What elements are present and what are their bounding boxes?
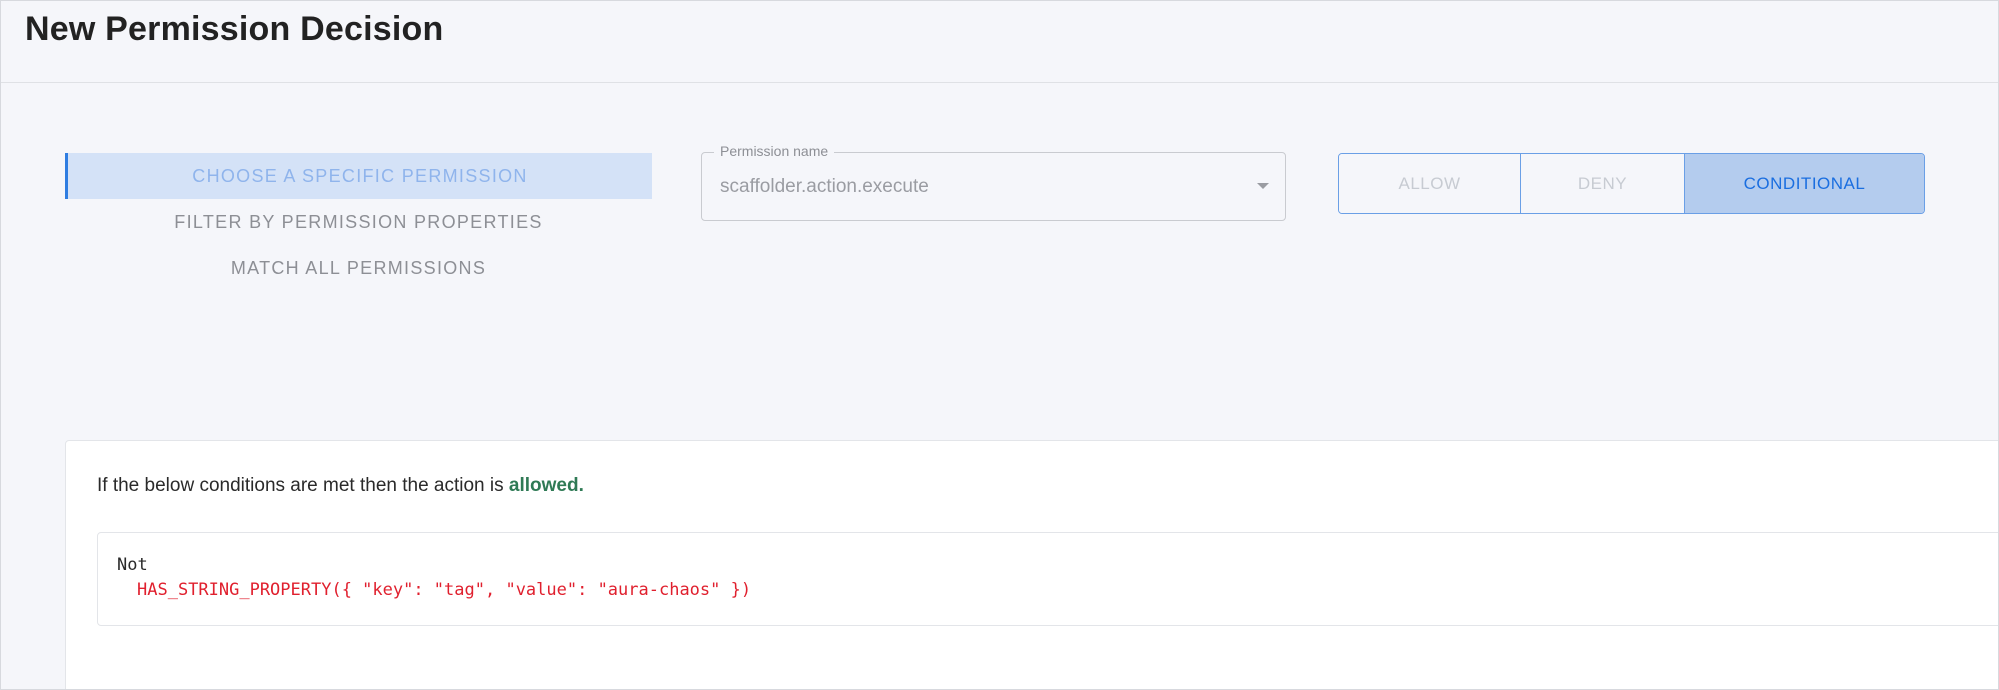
- decision-status: allowed.: [508, 475, 584, 496]
- deny-button[interactable]: DENY: [1521, 154, 1685, 213]
- page-frame: New Permission Decision CHOOSE A SPECIFI…: [0, 0, 1999, 690]
- conditional-button[interactable]: CONDITIONAL: [1685, 154, 1924, 213]
- decision-toggle-group: ALLOW DENY CONDITIONAL: [1338, 153, 1925, 214]
- page-header: New Permission Decision: [1, 1, 1998, 83]
- tab-filter-by-properties[interactable]: FILTER BY PERMISSION PROPERTIES: [65, 199, 652, 245]
- permission-mode-tabs: CHOOSE A SPECIFIC PERMISSION FILTER BY P…: [65, 153, 652, 291]
- chevron-down-icon[interactable]: [1257, 183, 1269, 189]
- conditions-summary: If the below conditions are met then the…: [97, 475, 584, 497]
- page-title: New Permission Decision: [25, 10, 444, 48]
- conditions-code-box: Not HAS_STRING_PROPERTY({ "key": "tag", …: [97, 532, 1998, 626]
- conditions-summary-text: If the below conditions are met then the…: [97, 475, 509, 496]
- permission-name-value: scaffolder.action.execute: [720, 176, 929, 197]
- condition-operator: Not: [117, 555, 148, 575]
- conditions-card: If the below conditions are met then the…: [65, 440, 1998, 689]
- tab-match-all-permissions[interactable]: MATCH ALL PERMISSIONS: [65, 245, 652, 291]
- allow-button[interactable]: ALLOW: [1339, 154, 1521, 213]
- permission-name-select[interactable]: Permission name scaffolder.action.execut…: [701, 143, 1286, 221]
- tab-choose-specific-permission[interactable]: CHOOSE A SPECIFIC PERMISSION: [65, 153, 652, 199]
- permission-name-label: Permission name: [714, 143, 835, 159]
- condition-rule: HAS_STRING_PROPERTY({ "key": "tag", "val…: [137, 580, 752, 600]
